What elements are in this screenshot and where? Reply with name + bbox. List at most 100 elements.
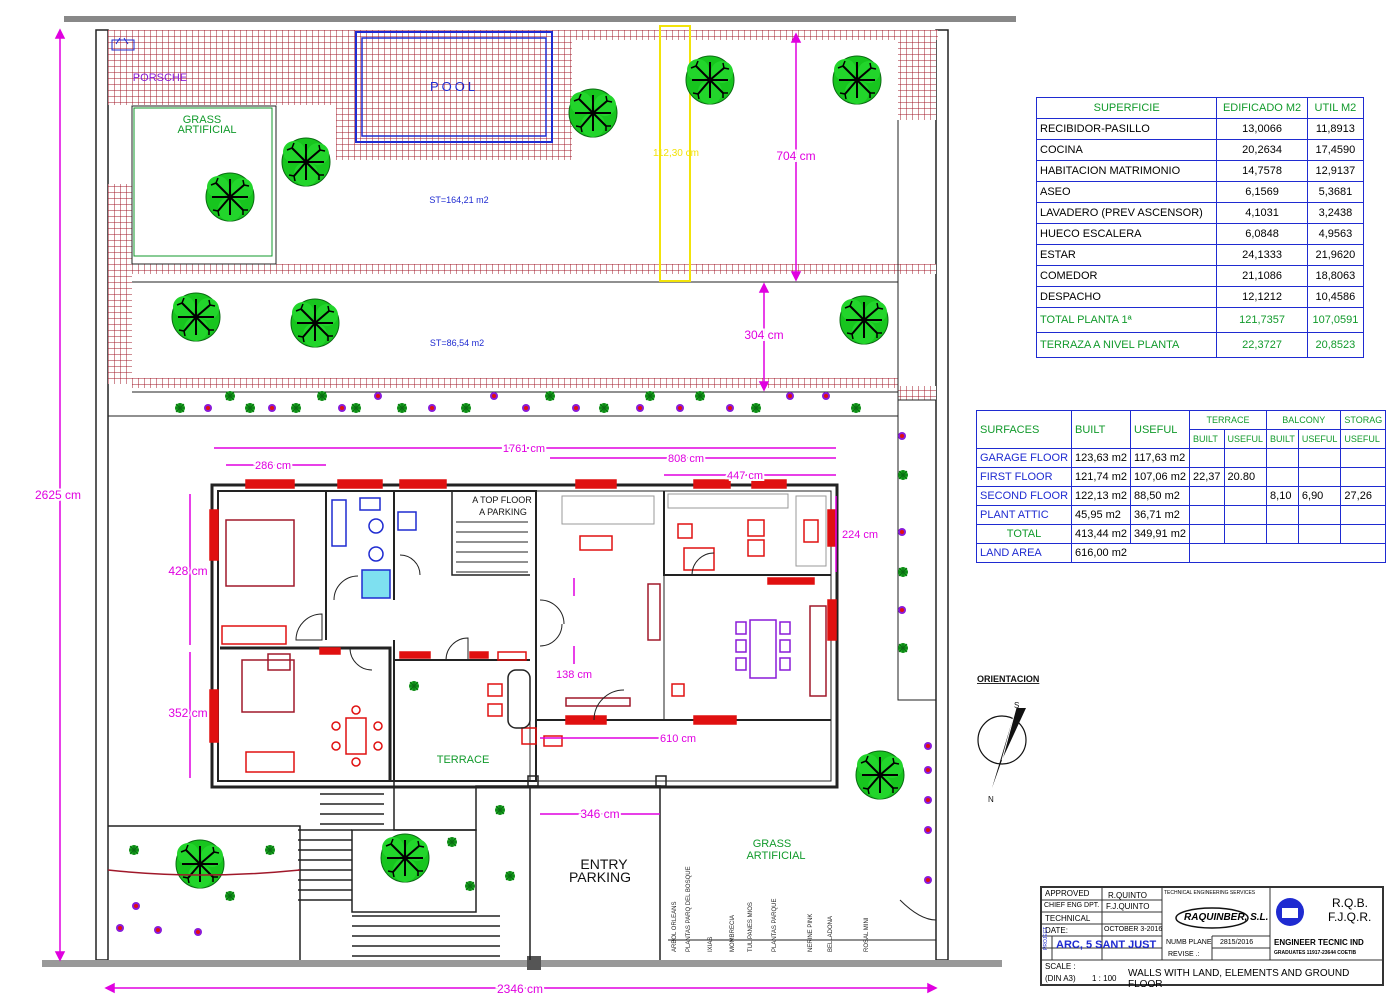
th-edificado: EDIFICADO M2 bbox=[1216, 97, 1308, 119]
th-useful: USEFUL bbox=[1130, 410, 1190, 449]
dim-610: 610 cm bbox=[660, 733, 696, 745]
table-row: GARAGE FLOOR 123,63 m2 117,63 m2 bbox=[975, 448, 1387, 468]
project-label: PROJECT bbox=[1043, 926, 1049, 950]
cell bbox=[1223, 505, 1268, 525]
cell: SECOND FLOOR bbox=[975, 486, 1073, 506]
plant-name: IXIAS bbox=[708, 937, 714, 952]
cell: 20.80 bbox=[1223, 467, 1268, 487]
entry-label-2: PARKING bbox=[569, 869, 631, 885]
furniture bbox=[209, 479, 837, 773]
th-balcony: BALCONY bbox=[1266, 410, 1342, 430]
scale-value: 1 : 100 bbox=[1092, 974, 1117, 983]
cell bbox=[1266, 505, 1299, 525]
numb-plane-value: 2815/2016 bbox=[1220, 939, 1254, 946]
cell: ESTAR bbox=[1035, 244, 1218, 266]
cell: 413,44 m2 bbox=[1071, 524, 1132, 544]
cell: 17,4590 bbox=[1306, 139, 1365, 161]
doors bbox=[295, 552, 715, 721]
th-surfaces: SURFACES bbox=[975, 410, 1073, 449]
plan-title: WALLS WITH LAND, ELEMENTS AND GROUND FLO… bbox=[1128, 968, 1350, 990]
compass-s: S bbox=[1014, 701, 1019, 710]
graduates: GRADUATES 11917-23644 COETIB bbox=[1274, 950, 1357, 956]
cell: 107,0591 bbox=[1306, 307, 1365, 333]
engineer: ENGINEER TECNIC IND bbox=[1274, 938, 1364, 947]
orientation-compass: ORIENTACION S N bbox=[977, 674, 1039, 804]
plant-name: PLANTAS PARQ DEL BOSQUE bbox=[686, 866, 692, 952]
cell: PLANT ATTIC bbox=[975, 505, 1073, 525]
cell: 121,7357 bbox=[1216, 307, 1308, 333]
stairs bbox=[456, 521, 528, 573]
cell bbox=[1189, 505, 1225, 525]
cell: 10,4586 bbox=[1306, 286, 1365, 308]
cell bbox=[1340, 467, 1387, 487]
cell: FIRST FLOOR bbox=[975, 467, 1073, 487]
title-block: APPROVED R.QUINTO CHIEF ENG DPT. F.J.QUI… bbox=[1040, 886, 1384, 990]
cell: 13,0066 bbox=[1216, 118, 1308, 140]
table-row: RECIBIDOR-PASILLO 13,0066 11,8913 bbox=[1035, 118, 1365, 140]
cell: LAND AREA bbox=[975, 543, 1073, 563]
cell: RECIBIDOR-PASILLO bbox=[1035, 118, 1218, 140]
plant-name: PLANTAS PARQUE bbox=[772, 899, 778, 952]
table-row: LAVADERO (PREV ASCENSOR) 4,1031 3,2438 bbox=[1035, 202, 1365, 224]
table-row: TOTAL 413,44 m2 349,91 m2 bbox=[975, 524, 1387, 544]
table-row: ASEO 6,1569 5,3681 bbox=[1035, 181, 1365, 203]
th-util: UTIL M2 bbox=[1306, 97, 1365, 119]
th-balcony-useful: USEFUL bbox=[1297, 429, 1342, 449]
plant-name: TULIPANES MIOS bbox=[748, 902, 754, 952]
dim-304: 304 cm bbox=[744, 328, 783, 342]
cell: 18,8063 bbox=[1306, 265, 1365, 287]
cell bbox=[1189, 486, 1225, 506]
table-row: SECOND FLOOR 122,13 m2 88,50 m2 8,10 6,90 27,… bbox=[975, 486, 1387, 506]
dim-808: 808 cm bbox=[668, 453, 704, 465]
cell: COCINA bbox=[1035, 139, 1218, 161]
th-built: BUILT bbox=[1071, 410, 1132, 449]
st-lower: ST=86,54 m2 bbox=[430, 338, 484, 348]
cell: DESPACHO bbox=[1035, 286, 1218, 308]
cell: TERRAZA A NIVEL PLANTA bbox=[1035, 332, 1218, 358]
plant-names: ARBOL ORLEANS PLANTAS PARQ DEL BOSQUE IX… bbox=[672, 866, 870, 952]
cell: 349,91 m2 bbox=[1130, 524, 1190, 544]
cell: 36,71 m2 bbox=[1130, 505, 1190, 525]
din: (DIN A3) bbox=[1045, 974, 1076, 983]
cell: 8,10 bbox=[1266, 486, 1299, 506]
cell bbox=[1189, 448, 1225, 468]
cell: TOTAL bbox=[975, 524, 1073, 544]
dim-138: 138 cm bbox=[556, 669, 592, 681]
project-value: ARC, 5 SANT JUST bbox=[1056, 939, 1157, 951]
grass-top-2: ARTIFICIAL bbox=[177, 124, 236, 136]
dim-447: 447 cm bbox=[727, 470, 763, 482]
dim-286: 286 cm bbox=[255, 460, 291, 472]
approved-label: APPROVED bbox=[1045, 889, 1090, 898]
cell: 4,1031 bbox=[1216, 202, 1308, 224]
cell bbox=[1223, 486, 1268, 506]
plant-name: BELLADONA bbox=[828, 916, 834, 952]
pool-strip-label: 112,30 cm bbox=[653, 148, 699, 159]
superficie-table: SUPERFICIE EDIFICADO M2 UTIL M2 RECIBIDO… bbox=[1035, 97, 1365, 358]
cell: 22,37 bbox=[1189, 467, 1225, 487]
revise-label: REVISE .: bbox=[1168, 951, 1200, 958]
cell bbox=[1340, 448, 1387, 468]
dim-224: 224 cm bbox=[842, 529, 878, 541]
date-value: OCTOBER 3-2016 bbox=[1104, 926, 1163, 933]
technical-label: TECHNICAL bbox=[1045, 914, 1091, 923]
cell bbox=[1297, 524, 1342, 544]
approved-by: R.QUINTO bbox=[1108, 891, 1147, 900]
compass-n: N bbox=[988, 795, 994, 804]
cell bbox=[1223, 524, 1268, 544]
scale-label: SCALE : bbox=[1045, 962, 1076, 971]
surfaces-table: SURFACES BUILT USEFUL TERRACE BALCONY ST… bbox=[975, 410, 1387, 563]
cell: 123,63 m2 bbox=[1071, 448, 1132, 468]
grass-bottom-1: GRASS bbox=[753, 838, 792, 850]
dim-704: 704 cm bbox=[776, 149, 815, 163]
dim-total-height: 2625 cm bbox=[35, 488, 81, 502]
th-superficie: SUPERFICIE bbox=[1035, 97, 1218, 119]
cell bbox=[1266, 467, 1299, 487]
cell: HABITACION MATRIMONIO bbox=[1035, 160, 1218, 182]
th-terrace: TERRACE bbox=[1188, 410, 1268, 430]
table-row: PLANT ATTIC 45,95 m2 36,71 m2 bbox=[975, 505, 1387, 525]
cell: 107,06 m2 bbox=[1130, 467, 1190, 487]
cell: GARAGE FLOOR bbox=[975, 448, 1073, 468]
cell: COMEDOR bbox=[1035, 265, 1218, 287]
cell bbox=[1266, 448, 1299, 468]
cell: 4,9563 bbox=[1306, 223, 1365, 245]
